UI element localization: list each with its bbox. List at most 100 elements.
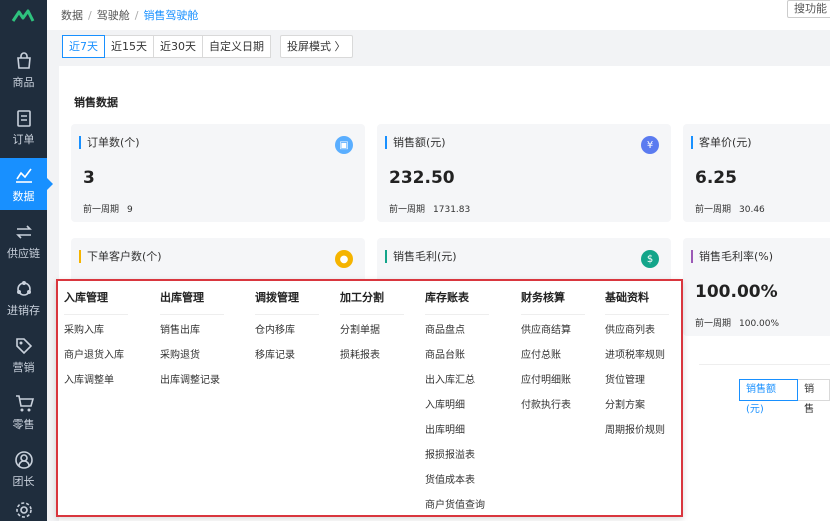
menu-item[interactable]: 出库明细 [425,423,489,448]
card-previous-label: 前一周期 [83,205,120,215]
divider [699,364,830,365]
menu-column-head: 加工分割 [340,289,404,315]
logo-icon [11,9,34,22]
sidebar-item-supply-chain[interactable]: 供应链 [0,215,47,267]
card-previous-value: 1731.83 [433,205,471,215]
money-bag-icon: $ [641,250,659,268]
menu-column-transfer: 调拨管理 仓内移库 移库记录 [255,289,319,373]
menu-item[interactable]: 入库明细 [425,398,489,423]
menu-item[interactable]: 分割单据 [340,323,404,348]
menu-column-stock-ledger: 库存账表 商品盘点 商品台账 出入库汇总 入库明细 出库明细 报损报溢表 货值成… [425,289,489,521]
menu-item[interactable]: 商品台账 [425,348,489,373]
menu-item[interactable]: 仓内移库 [255,323,319,348]
filter-custom-date[interactable]: 自定义日期 [202,35,271,58]
toggle-sales-other[interactable]: 销售 [797,379,830,415]
card-title: 销售额(元) [385,136,446,149]
menu-item[interactable]: 入库调整单 [64,373,128,398]
menu-item[interactable]: 报损报溢表 [425,448,489,473]
sidebar-item-label: 团长 [12,474,35,488]
menu-item[interactable]: 货值成本表 [425,473,489,498]
card-order-count: 订单数(个) ▣ 3 前一周期 9 [71,124,365,222]
sidebar-item-label: 商品 [12,75,35,89]
card-previous: 前一周期 30.46 [695,202,765,215]
card-previous-value: 100.00% [739,319,780,329]
line-chart-icon [15,168,32,183]
sidebar-item-data[interactable]: 数据 [0,158,53,210]
sidebar-item-retail[interactable]: 零售 [0,386,47,438]
sidebar-item-label: 订单 [12,132,35,146]
tag-icon [15,337,32,354]
date-filter-group: 近7天 近15天 近30天 自定义日期 投屏模式 〉 [62,35,353,58]
card-previous-value: 30.46 [739,205,765,215]
sidebar-item-marketing[interactable]: 营销 [0,329,47,381]
menu-item[interactable]: 商品盘点 [425,323,489,348]
menu-item[interactable]: 出入库汇总 [425,373,489,398]
menu-item[interactable]: 周期报价规则 [605,423,669,448]
screen-mode-button[interactable]: 投屏模式 〉 [280,35,353,58]
breadcrumb-separator: / [88,8,92,22]
card-value: 232.50 [389,168,455,188]
sidebar-item-orders[interactable]: 订单 [0,101,47,153]
menu-column-head: 财务核算 [521,289,585,315]
card-value: 6.25 [695,168,737,188]
menu-item[interactable]: 移库记录 [255,348,319,373]
menu-column-basic-data: 基础资料 供应商列表 进项税率规则 货位管理 分割方案 周期报价规则 [605,289,669,448]
menu-column-outbound: 出库管理 销售出库 采购退货 出库调整记录 [160,289,224,398]
shopping-bag-icon [16,51,31,69]
card-previous-label: 前一周期 [389,205,426,215]
menu-column-head: 调拨管理 [255,289,319,315]
document-icon [16,109,31,127]
menu-column-head: 基础资料 [605,289,669,315]
sidebar-item-leader[interactable]: 团长 [0,443,47,495]
sidebar-item-label: 进销存 [7,303,40,317]
menu-item[interactable]: 商户货值查询 [425,498,489,521]
breadcrumb-separator: / [134,8,139,22]
app-logo[interactable] [0,0,47,32]
exchange-icon [15,224,32,239]
filter-15-days[interactable]: 近15天 [104,35,154,58]
menu-item[interactable]: 应付明细账 [521,373,585,398]
sidebar-item-label: 数据 [12,189,35,203]
metric-toggle: 销售额(元) 销售 [739,379,830,415]
top-bar: 数据 / 驾驶舱 / 销售驾驶舱 搜功能 [47,0,830,30]
menu-item[interactable]: 损耗报表 [340,348,404,373]
menu-column-head: 库存账表 [425,289,489,315]
menu-item[interactable]: 货位管理 [605,373,669,398]
sidebar-item-settings[interactable] [0,500,47,521]
card-gross-margin: 销售毛利率(%) 100.00% 前一周期 100.00% [683,238,830,336]
menu-item[interactable]: 采购退货 [160,348,224,373]
menu-item[interactable]: 销售出库 [160,323,224,348]
card-value: 100.00% [695,282,778,302]
menu-item[interactable]: 分割方案 [605,398,669,423]
menu-item[interactable]: 商户退货入库 [64,348,128,373]
sidebar-item-goods[interactable]: 商品 [0,44,47,96]
menu-item[interactable]: 出库调整记录 [160,373,224,398]
card-title: 销售毛利(元) [385,250,457,263]
menu-item[interactable]: 供应商结算 [521,323,585,348]
card-title: 客单价(元) [691,136,752,149]
filter-30-days[interactable]: 近30天 [153,35,203,58]
menu-item[interactable]: 付款执行表 [521,398,585,423]
filter-7-days[interactable]: 近7天 [62,35,105,58]
card-previous: 前一周期 1731.83 [389,202,470,215]
search-function-button[interactable]: 搜功能 [787,0,830,18]
menu-column-head: 出库管理 [160,289,224,315]
toggle-sales-amount[interactable]: 销售额(元) [739,379,799,415]
user-icon [14,450,33,469]
card-previous: 前一周期 9 [83,202,133,215]
inventory-dropdown-menu: 入库管理 采购入库 商户退货入库 入库调整单 出库管理 销售出库 采购退货 出库… [56,279,683,517]
menu-item[interactable]: 进项税率规则 [605,348,669,373]
menu-column-processing: 加工分割 分割单据 损耗报表 [340,289,404,373]
breadcrumb-item[interactable]: 数据 [61,7,83,23]
card-previous-label: 前一周期 [695,319,732,329]
panel-title: 销售数据 [74,96,118,109]
menu-item[interactable]: 采购入库 [64,323,128,348]
sidebar-item-label: 供应链 [7,246,40,260]
sidebar-item-inventory[interactable]: 进销存 [0,272,47,324]
menu-item[interactable]: 应付总账 [521,348,585,373]
menu-item[interactable]: 供应商列表 [605,323,669,348]
card-title: 下单客户数(个) [79,250,162,263]
person-icon: ● [335,250,353,268]
sidebar-item-label: 零售 [12,417,35,431]
breadcrumb-item[interactable]: 驾驶舱 [97,7,130,23]
